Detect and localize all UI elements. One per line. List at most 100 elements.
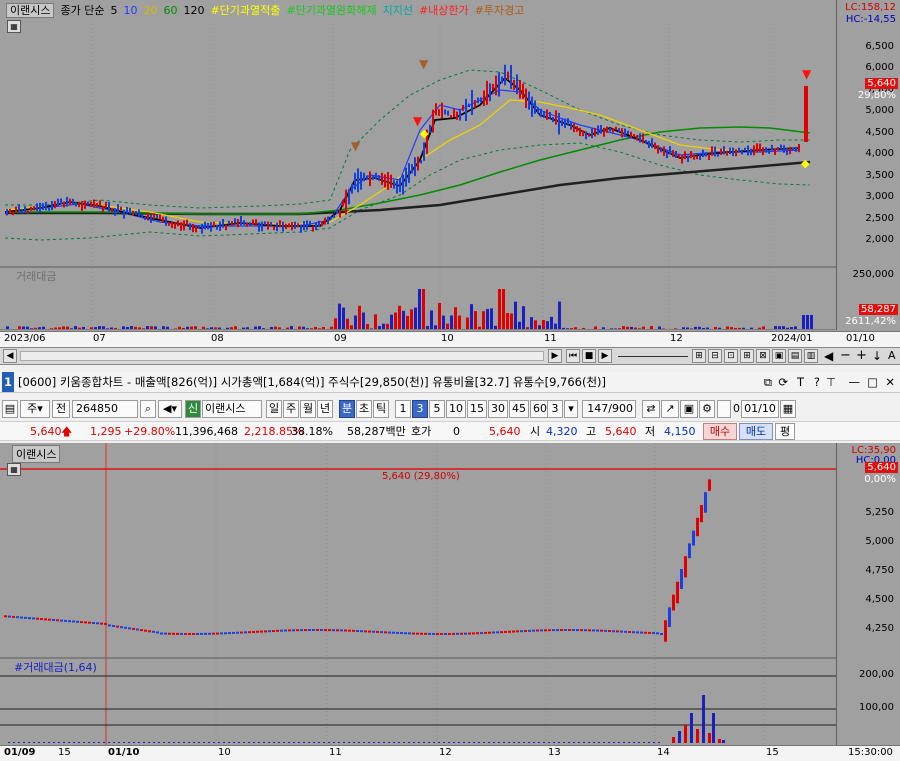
daily-chart-panel[interactable]: ▼ ▼ ▼ ◆ ▼ ◆ 이랜시스 종가 단순 5 10 20 60 120 #단기과열적출 #단…: [0, 0, 900, 347]
period-minute[interactable]: 분: [339, 400, 355, 418]
search-icon[interactable]: ⌕: [140, 400, 156, 418]
tool-icon[interactable]: ▣: [772, 349, 786, 363]
gear-icon[interactable]: ⚙: [699, 400, 715, 418]
reset-icon[interactable]: ↓: [872, 349, 882, 363]
sell-button[interactable]: 매도: [739, 423, 773, 440]
candle: [168, 222, 170, 226]
interval-button[interactable]: 10: [446, 400, 466, 418]
zoom-slider[interactable]: [618, 356, 688, 357]
candle: [338, 742, 340, 743]
save-icon[interactable]: ▣: [680, 400, 698, 418]
time-tick: 15: [58, 747, 71, 758]
period-month[interactable]: 월: [300, 400, 316, 418]
print-icon[interactable]: ▤: [2, 400, 18, 418]
grid-toggle-icon[interactable]: ▦: [7, 20, 21, 33]
stock-code-input[interactable]: 264850: [72, 400, 138, 418]
candle: [444, 109, 446, 115]
candle: [632, 631, 635, 634]
scroll-left-small-icon[interactable]: ◀: [824, 349, 833, 363]
stock-name-field[interactable]: 이랜시스: [202, 400, 262, 418]
interval-select[interactable]: 3: [547, 400, 563, 418]
candle: [148, 630, 151, 633]
candle: [370, 328, 373, 329]
close-icon[interactable]: ✕: [885, 372, 895, 392]
stop-icon[interactable]: ■: [582, 349, 596, 363]
tool-icon[interactable]: ⊞: [692, 349, 706, 363]
buy-button[interactable]: 매수: [703, 423, 737, 440]
scroll-left-icon[interactable]: ◀: [3, 349, 17, 363]
grid-toggle-icon[interactable]: ▦: [7, 463, 21, 476]
window-title-bar[interactable]: 1 [0600] 키움종합차트 - 매출액[826(억)] 시가총액[1,684(…: [0, 372, 900, 393]
candle: [693, 154, 695, 160]
rewind-icon[interactable]: ⏮: [566, 349, 580, 363]
restore-icon[interactable]: ⧉: [764, 372, 772, 392]
market-type-select[interactable]: 주▾: [20, 400, 50, 418]
all-button[interactable]: 전: [52, 400, 70, 418]
candle: [279, 220, 281, 228]
scroll-track[interactable]: [20, 351, 544, 361]
zoom-in-icon[interactable]: +: [856, 348, 867, 363]
tool-icon[interactable]: ⊞: [740, 349, 754, 363]
period-year[interactable]: 년: [317, 400, 333, 418]
calendar-icon[interactable]: ▦: [780, 400, 796, 418]
candle: [640, 631, 643, 634]
candle: [312, 226, 314, 232]
interval-button[interactable]: 45: [509, 400, 529, 418]
stock-name-tag[interactable]: 이랜시스: [6, 3, 55, 18]
pin-icon[interactable]: ⊤: [826, 372, 836, 392]
stock-name-tag[interactable]: 이랜시스: [12, 445, 61, 463]
bar-count-field[interactable]: 147/900: [582, 400, 636, 418]
interval-button[interactable]: 1: [395, 400, 411, 418]
candle: [382, 323, 385, 329]
candle: [38, 327, 41, 329]
interval-button[interactable]: 3: [412, 400, 428, 418]
sound-icon[interactable]: ◀▾: [158, 400, 182, 418]
candle: [390, 314, 393, 329]
hc-value: HC:-14,55: [845, 14, 896, 25]
period-day[interactable]: 일: [266, 400, 282, 418]
tool-icon[interactable]: ⊟: [708, 349, 722, 363]
chart-scroll-bar[interactable]: ◀ ▶ ⏮ ■ ▶ ⊞ ⊟ ⊡ ⊞ ⊠ ▣ ▤ ▥ ◀ − + ↓ A: [0, 347, 900, 365]
candle: [135, 211, 137, 215]
candle: [462, 104, 464, 111]
interval-button[interactable]: 30: [488, 400, 508, 418]
compare-icon[interactable]: ⇄: [642, 400, 660, 418]
open-price: 4,320: [546, 425, 578, 438]
candle: [342, 307, 345, 329]
tool-icon[interactable]: ▤: [788, 349, 802, 363]
tool-icon[interactable]: ⊡: [724, 349, 738, 363]
candle: [592, 629, 595, 632]
minute-candle-chart[interactable]: [0, 443, 836, 745]
date-input[interactable]: 01/10: [741, 400, 779, 418]
draw-icon[interactable]: ↗: [661, 400, 679, 418]
minimize-icon[interactable]: —: [849, 372, 861, 392]
scroll-right-icon[interactable]: ▶: [548, 349, 562, 363]
candle: [20, 616, 23, 619]
candle: [156, 631, 159, 634]
chevron-down-icon[interactable]: ▾: [564, 400, 578, 418]
interval-button[interactable]: 15: [467, 400, 487, 418]
minute-chart-panel[interactable]: 5,640 (29,80%) 이랜시스 ▦ #거래대금(1,64) LC:35,…: [0, 443, 900, 761]
date-tick: 12: [670, 333, 683, 344]
tool-icon[interactable]: ▥: [804, 349, 818, 363]
period-second[interactable]: 초: [356, 400, 372, 418]
maximize-icon[interactable]: □: [867, 372, 878, 392]
interval-button[interactable]: 5: [429, 400, 445, 418]
checkbox[interactable]: [717, 400, 731, 418]
refresh-icon[interactable]: ⟳: [778, 372, 788, 392]
text-icon[interactable]: T: [797, 372, 804, 392]
tool-icon[interactable]: ⊠: [756, 349, 770, 363]
zoom-out-icon[interactable]: −: [840, 348, 851, 363]
candle: [118, 742, 120, 743]
help-icon[interactable]: ?: [814, 372, 820, 392]
period-tick[interactable]: 틱: [373, 400, 389, 418]
period-week[interactable]: 주: [283, 400, 299, 418]
candle: [513, 80, 515, 90]
candle: [694, 326, 697, 329]
daily-candle-chart[interactable]: ▼ ▼ ▼ ◆ ▼ ◆: [0, 0, 836, 330]
auto-icon[interactable]: A: [888, 349, 896, 362]
play-icon[interactable]: ▶: [598, 349, 612, 363]
eval-button[interactable]: 평: [775, 423, 795, 440]
candle: [293, 742, 295, 743]
candle: [465, 98, 467, 121]
